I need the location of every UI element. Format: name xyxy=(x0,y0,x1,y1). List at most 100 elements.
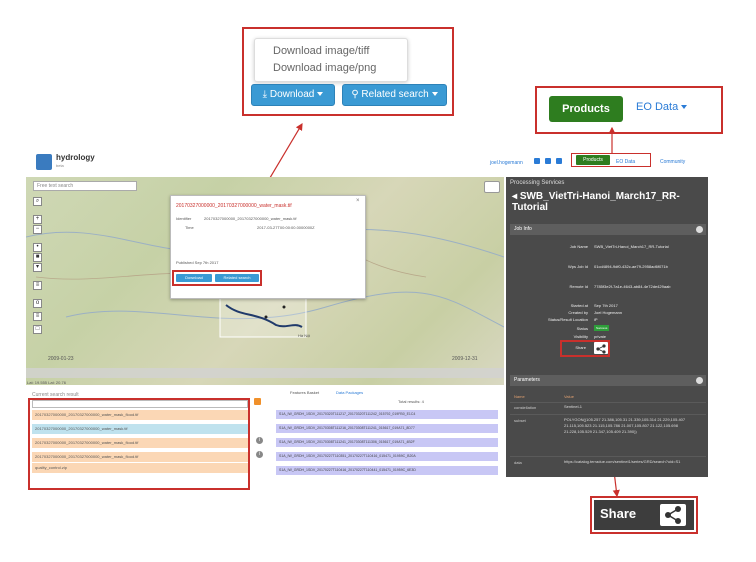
community-label: Community xyxy=(660,159,686,165)
popup-identifier-label: Identifier xyxy=(176,216,192,221)
related-search-button[interactable]: ⚲ Related search xyxy=(342,84,447,106)
layers-icon[interactable]: ≡ xyxy=(33,281,42,290)
popup-time-label: Time xyxy=(185,225,194,230)
products-button[interactable]: Products xyxy=(576,155,610,165)
timeline-bar[interactable] xyxy=(26,368,504,378)
draw-polygon-icon[interactable]: ■ xyxy=(33,253,42,262)
chevron-down-icon xyxy=(681,105,688,110)
field-value-wps-job-id: 01cd4894-9df0-432c-ae79-2958ad6f071b xyxy=(594,264,668,269)
marker-icon[interactable]: ▾ xyxy=(33,263,42,272)
products-button-large[interactable]: Products xyxy=(549,96,623,122)
param-header-value: Value xyxy=(564,394,574,399)
search-icon[interactable]: ⌕ xyxy=(33,197,42,206)
menu-item-png[interactable]: Download image/png xyxy=(273,60,407,77)
job-title-text: SWB_VietTri-Hanoi_March17_RR-Tutorial xyxy=(512,191,680,213)
field-label-status-location: Status/Result Location xyxy=(547,317,588,322)
app-name: hydrology xyxy=(56,153,95,162)
eo-data-label: EO Data xyxy=(616,159,636,165)
community-menu[interactable]: Community xyxy=(660,159,685,165)
list-item[interactable]: 20170327000000_20170327000000_water_mask… xyxy=(32,452,248,462)
field-label-visibility: Visibility xyxy=(573,334,588,339)
popup-download-button[interactable]: Download xyxy=(176,274,212,282)
total-results: Total results: 4 xyxy=(398,399,424,404)
parameters-header[interactable]: Parameters xyxy=(510,375,706,386)
timeline-end-date: 2009-12-31 xyxy=(452,356,478,362)
menu-item-tiff[interactable]: Download image/tiff xyxy=(273,43,407,60)
chevron-down-icon xyxy=(317,92,324,97)
param-key: data xyxy=(514,460,522,465)
share-icon xyxy=(665,506,681,524)
info-icon[interactable]: i xyxy=(256,437,263,444)
share-label: Share xyxy=(575,345,586,350)
search-icon: ⚲ xyxy=(351,89,359,100)
field-label-started: Started at xyxy=(570,303,588,308)
field-label-status: Status xyxy=(576,326,588,331)
panel-section-title: Processing Services xyxy=(510,180,565,186)
map-city-label: Hà Nội xyxy=(298,333,311,338)
eye-icon[interactable]: o xyxy=(33,299,42,308)
popup-title: 20170327000000_20170327000000_water_mask… xyxy=(176,203,292,209)
user-menu[interactable]: joel.hogemann xyxy=(490,160,523,166)
field-value-remote-id: 7785f3e2f-7a1e-4643-ab84-4e72de429aab xyxy=(594,284,671,289)
eo-data-menu-large[interactable]: EO Data xyxy=(636,101,688,113)
param-header-name: Name xyxy=(514,394,525,399)
param-value: Sentinel-1 xyxy=(564,404,583,409)
param-value: https://catalog.terradue.com/sentinel1/s… xyxy=(564,459,681,464)
share-button-large[interactable] xyxy=(660,504,686,526)
download-button[interactable]: ⤓ Download xyxy=(251,84,335,106)
popup-identifier-value: 20170327000000_20170327000000_water_mask… xyxy=(204,216,297,221)
popup-related-search-button[interactable]: Related search xyxy=(215,274,259,282)
popup-published: Published Sep 7th 2017 xyxy=(176,260,219,265)
field-value-started: Sep 7th 2017 xyxy=(594,303,618,308)
list-item[interactable]: 20170327000000_20170327000000_water_mask… xyxy=(32,424,248,434)
app-logo[interactable] xyxy=(36,154,52,170)
share-button[interactable] xyxy=(594,342,608,354)
field-label-remote-id: Remote Id xyxy=(569,284,588,289)
collapse-icon[interactable] xyxy=(696,226,703,233)
field-value-status-location: iP xyxy=(594,317,598,322)
list-item[interactable]: 20170327000000_20170327000000_water_mask… xyxy=(32,410,248,420)
param-key: subset xyxy=(514,418,526,423)
field-value-visibility: private xyxy=(594,334,607,339)
field-label-created-by: Created by xyxy=(568,310,588,315)
eo-data-label-large: EO Data xyxy=(636,101,679,113)
tab-data-packages[interactable]: Data Packages xyxy=(336,390,363,395)
job-info-header[interactable]: Job Info xyxy=(510,224,706,235)
basemap-switch-icon[interactable] xyxy=(484,181,500,193)
feature-row[interactable]: S1A_IW_GRDH_1SDV_20170227T110351_2017022… xyxy=(276,452,498,461)
field-label-job-name: Job Name xyxy=(569,244,588,249)
tab-features-basket[interactable]: Features Basket xyxy=(290,390,319,395)
share-callout-label: Share xyxy=(600,506,637,521)
feature-row[interactable]: S1A_IW_GRDH_1SDV_20170320T111217_2017032… xyxy=(276,410,498,419)
popup-time-value: 2017-03-27T00:00:00.0000000Z xyxy=(257,225,315,230)
timeline-start-date: 2009-01-23 xyxy=(48,356,74,362)
info-icon[interactable]: i xyxy=(256,451,263,458)
settings-icon[interactable] xyxy=(545,158,551,164)
related-search-label: Related search xyxy=(361,89,429,100)
chevron-down-icon xyxy=(431,92,438,97)
download-icon: ⤓ xyxy=(262,89,268,100)
export-icon[interactable] xyxy=(254,398,261,405)
list-item[interactable]: quality_control.zip xyxy=(32,463,248,473)
param-key: constellation xyxy=(514,405,537,410)
share-icon xyxy=(596,344,606,354)
coordinates-readout: Lat: 19.555 Lat: 20.76 xyxy=(27,380,66,385)
zoom-out-icon[interactable]: − xyxy=(33,225,42,234)
feature-row[interactable]: S1A_IW_GRDH_1SDV_20170308T111216_2017030… xyxy=(276,424,498,433)
close-icon[interactable]: × xyxy=(356,198,360,204)
list-item[interactable]: 20170327000000_20170327000000_water_mask… xyxy=(32,438,248,448)
notification-icon[interactable] xyxy=(534,158,540,164)
param-value: POLYGON((105.257 21.386,105.31 21.339,10… xyxy=(564,417,686,434)
feature-row[interactable]: S1A_IW_GRDH_1SDV_20170308T111241_2017030… xyxy=(276,438,498,447)
zoom-in-icon[interactable]: + xyxy=(33,215,42,224)
job-info-label: Job Info xyxy=(514,226,532,232)
help-icon[interactable] xyxy=(556,158,562,164)
map-search-input[interactable]: Free text search xyxy=(33,181,137,191)
collapse-icon[interactable] xyxy=(696,377,703,384)
expand-icon[interactable]: □ xyxy=(33,325,42,334)
feature-row[interactable]: S1A_IW_GRDH_1SDV_20170227T110416_2017022… xyxy=(276,466,498,475)
field-value-created-by: Joel Hogemann xyxy=(594,310,623,315)
list-icon[interactable]: ≡ xyxy=(33,312,42,321)
draw-point-icon[interactable]: • xyxy=(33,243,42,252)
eo-data-menu[interactable]: EO Data xyxy=(616,159,635,165)
